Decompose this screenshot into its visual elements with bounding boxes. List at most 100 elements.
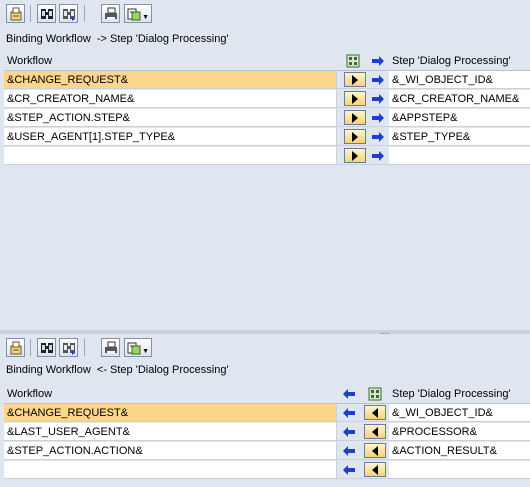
workflow-cell[interactable]: &CR_CREATOR_NAME& <box>4 90 337 108</box>
bind-row-button[interactable] <box>364 462 386 477</box>
column-header-step[interactable]: Step 'Dialog Processing' <box>389 52 530 71</box>
chevron-down-icon: ▼ <box>142 348 149 355</box>
bind-action-cell <box>337 109 389 127</box>
print-button[interactable] <box>101 4 120 23</box>
column-header-action <box>337 385 389 404</box>
print-icon <box>105 341 117 353</box>
find-button[interactable] <box>37 4 56 23</box>
triangle-left-icon <box>372 465 378 475</box>
arrow-left-icon <box>343 465 355 475</box>
export-icon <box>127 8 141 21</box>
column-header-workflow[interactable]: Workflow <box>4 52 338 71</box>
workflow-cell[interactable]: &CHANGE_REQUEST& <box>4 404 337 422</box>
export-button[interactable]: ▼ <box>124 4 152 23</box>
bind-action-cell <box>337 71 389 89</box>
column-header-action <box>337 52 389 71</box>
arrow-left-icon <box>343 446 355 456</box>
toolbar-separator <box>30 339 31 356</box>
bind-row-button[interactable] <box>344 72 366 87</box>
bind-action-cell <box>337 442 389 460</box>
workflow-cell[interactable]: &LAST_USER_AGENT& <box>4 423 337 441</box>
export-icon <box>127 342 141 355</box>
bind-row-button[interactable] <box>344 110 366 125</box>
step-cell[interactable]: &ACTION_RESULT& <box>389 442 530 460</box>
arrow-right-icon <box>372 75 384 85</box>
bind-row-button[interactable] <box>364 405 386 420</box>
step-cell[interactable]: &_WI_OBJECT_ID& <box>389 71 530 89</box>
step-cell[interactable] <box>389 461 530 479</box>
column-header-label: Workflow <box>7 55 53 67</box>
bind-action-cell <box>337 90 389 108</box>
chevron-down-icon: ▼ <box>142 14 149 21</box>
find-next-icon <box>63 9 75 21</box>
bottom-binding-grid: Workflow Step 'Dialog Processing' &CHANG… <box>4 385 530 487</box>
workflow-cell[interactable]: &STEP_ACTION.STEP& <box>4 109 337 127</box>
find-next-icon <box>63 343 75 355</box>
find-next-button[interactable] <box>59 4 78 23</box>
details-button[interactable] <box>6 338 25 357</box>
arrow-right-icon <box>372 132 384 142</box>
triangle-right-icon <box>352 75 358 85</box>
column-header-step[interactable]: Step 'Dialog Processing' <box>389 385 530 404</box>
details-icon <box>10 341 22 355</box>
step-cell[interactable]: &CR_CREATOR_NAME& <box>389 90 530 108</box>
step-cell[interactable]: &PROCESSOR& <box>389 423 530 441</box>
bind-row-button[interactable] <box>364 424 386 439</box>
step-cell[interactable]: &APPSTEP& <box>389 109 530 127</box>
column-header-workflow[interactable]: Workflow <box>4 385 338 404</box>
step-cell[interactable]: &_WI_OBJECT_ID& <box>389 404 530 422</box>
arrow-right-icon <box>372 113 384 123</box>
details-icon <box>10 7 22 21</box>
workflow-cell[interactable] <box>4 147 337 165</box>
layout-icon[interactable] <box>368 387 382 401</box>
bind-action-cell <box>337 147 389 165</box>
bind-action-cell <box>337 423 389 441</box>
arrow-right-icon <box>372 151 384 161</box>
toolbar-separator <box>84 339 85 356</box>
column-header-label: Step 'Dialog Processing' <box>392 55 511 67</box>
step-cell[interactable] <box>389 147 530 165</box>
bottom-toolbar: ▼ <box>0 334 530 360</box>
step-cell[interactable]: &STEP_TYPE& <box>389 128 530 146</box>
workflow-cell[interactable]: &USER_AGENT[1].STEP_TYPE& <box>4 128 337 146</box>
workflow-cell[interactable] <box>4 461 337 479</box>
bind-action-cell <box>337 404 389 422</box>
workflow-cell[interactable]: &STEP_ACTION.ACTION& <box>4 442 337 460</box>
triangle-left-icon <box>372 446 378 456</box>
arrow-left-icon <box>343 408 355 418</box>
bind-row-button[interactable] <box>344 129 366 144</box>
bind-row-button[interactable] <box>344 148 366 163</box>
export-button[interactable]: ▼ <box>124 338 152 357</box>
find-icon <box>41 9 53 19</box>
details-button[interactable] <box>6 4 25 23</box>
bind-action-cell <box>337 128 389 146</box>
triangle-right-icon <box>352 113 358 123</box>
bind-row-button[interactable] <box>364 443 386 458</box>
top-binding-grid: Workflow Step 'Dialog Processing' &CHANG… <box>4 52 530 330</box>
print-button[interactable] <box>101 338 120 357</box>
print-icon <box>105 7 117 19</box>
triangle-left-icon <box>372 408 378 418</box>
triangle-right-icon <box>352 94 358 104</box>
arrow-left-icon <box>343 427 355 437</box>
layout-icon[interactable] <box>346 54 360 68</box>
column-header-label: Workflow <box>7 388 53 400</box>
arrow-right-icon <box>372 56 384 66</box>
toolbar-separator <box>30 5 31 22</box>
bind-row-button[interactable] <box>344 91 366 106</box>
bind-action-cell <box>337 461 389 479</box>
toolbar-separator <box>84 5 85 22</box>
find-icon <box>41 343 53 353</box>
arrow-right-icon <box>372 94 384 104</box>
triangle-right-icon <box>352 132 358 142</box>
find-next-button[interactable] <box>59 338 78 357</box>
workflow-cell[interactable]: &CHANGE_REQUEST& <box>4 71 337 89</box>
panel-title: Binding Workflow <- Step 'Dialog Process… <box>6 364 229 376</box>
find-button[interactable] <box>37 338 56 357</box>
top-toolbar: ▼ <box>0 0 530 26</box>
triangle-right-icon <box>352 151 358 161</box>
column-header-label: Step 'Dialog Processing' <box>392 388 511 400</box>
top-binding-panel: ▼ Binding Workflow -> Step 'Dialog Proce… <box>0 0 530 330</box>
bottom-binding-panel: ▼ Binding Workflow <- Step 'Dialog Proce… <box>0 334 530 487</box>
panel-title: Binding Workflow -> Step 'Dialog Process… <box>6 33 229 45</box>
